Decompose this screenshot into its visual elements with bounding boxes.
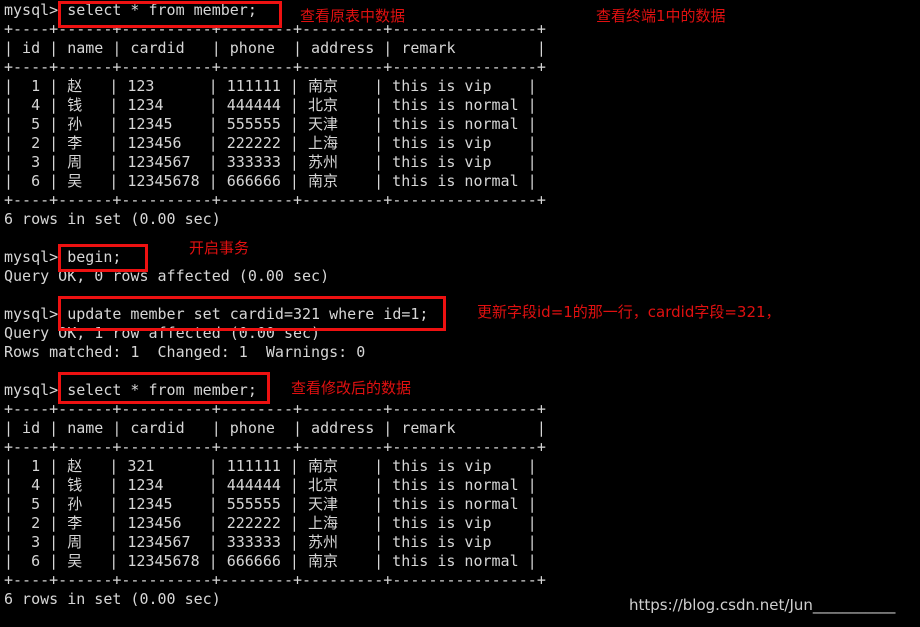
annotation-view-terminal1: 查看终端1中的数据 [596,7,726,25]
terminal-line: mysql> begin; [4,248,122,266]
table-row: | 2 | 李 | 123456 | 222222 | 上海 | this is… [4,134,537,152]
terminal-window: mysql> select * from member; +----+-----… [0,0,920,627]
annotation-view-original: 查看原表中数据 [300,7,406,25]
table-row: | 4 | 钱 | 1234 | 444444 | 北京 | this is n… [4,96,537,114]
table-row: | 3 | 周 | 1234567 | 333333 | 苏州 | this i… [4,153,537,171]
table-row: | 1 | 赵 | 321 | 111111 | 南京 | this is vi… [4,457,537,475]
watermark-url: https://blog.csdn.net/Jun___________ [629,596,896,614]
terminal-line: +----+------+----------+--------+-------… [4,191,546,209]
table-row: | 1 | 赵 | 123 | 111111 | 南京 | this is vi… [4,77,537,95]
table-row: | 5 | 孙 | 12345 | 555555 | 天津 | this is … [4,115,537,133]
terminal-line: +----+------+----------+--------+-------… [4,20,546,38]
terminal-line: +----+------+----------+--------+-------… [4,438,546,456]
terminal-line: mysql> select * from member; [4,1,257,19]
query-result-status: Query OK, 1 row affected (0.00 sec) [4,324,321,342]
terminal-line: +----+------+----------+--------+-------… [4,58,546,76]
row-count-status: 6 rows in set (0.00 sec) [4,210,221,228]
terminal-line: +----+------+----------+--------+-------… [4,571,546,589]
rows-matched-status: Rows matched: 1 Changed: 1 Warnings: 0 [4,343,366,361]
terminal-line: mysql> select * from member; [4,381,257,399]
terminal-line: | id | name | cardid | phone | address |… [4,39,546,57]
table-row: | 4 | 钱 | 1234 | 444444 | 北京 | this is n… [4,476,537,494]
annotation-view-modified: 查看修改后的数据 [291,379,412,397]
table-row: | 2 | 李 | 123456 | 222222 | 上海 | this is… [4,514,537,532]
terminal-line: +----+------+----------+--------+-------… [4,400,546,418]
table-row: | 5 | 孙 | 12345 | 555555 | 天津 | this is … [4,495,537,513]
table-row: | 6 | 吴 | 12345678 | 666666 | 南京 | this … [4,172,537,190]
table-row: | 6 | 吴 | 12345678 | 666666 | 南京 | this … [4,552,537,570]
terminal-line: | id | name | cardid | phone | address |… [4,419,546,437]
annotation-update-desc: 更新字段id=1的那一行，cardid字段=321， [477,303,781,321]
table-row: | 3 | 周 | 1234567 | 333333 | 苏州 | this i… [4,533,537,551]
query-result-status: Query OK, 0 rows affected (0.00 sec) [4,267,330,285]
annotation-begin-transaction: 开启事务 [189,239,250,257]
